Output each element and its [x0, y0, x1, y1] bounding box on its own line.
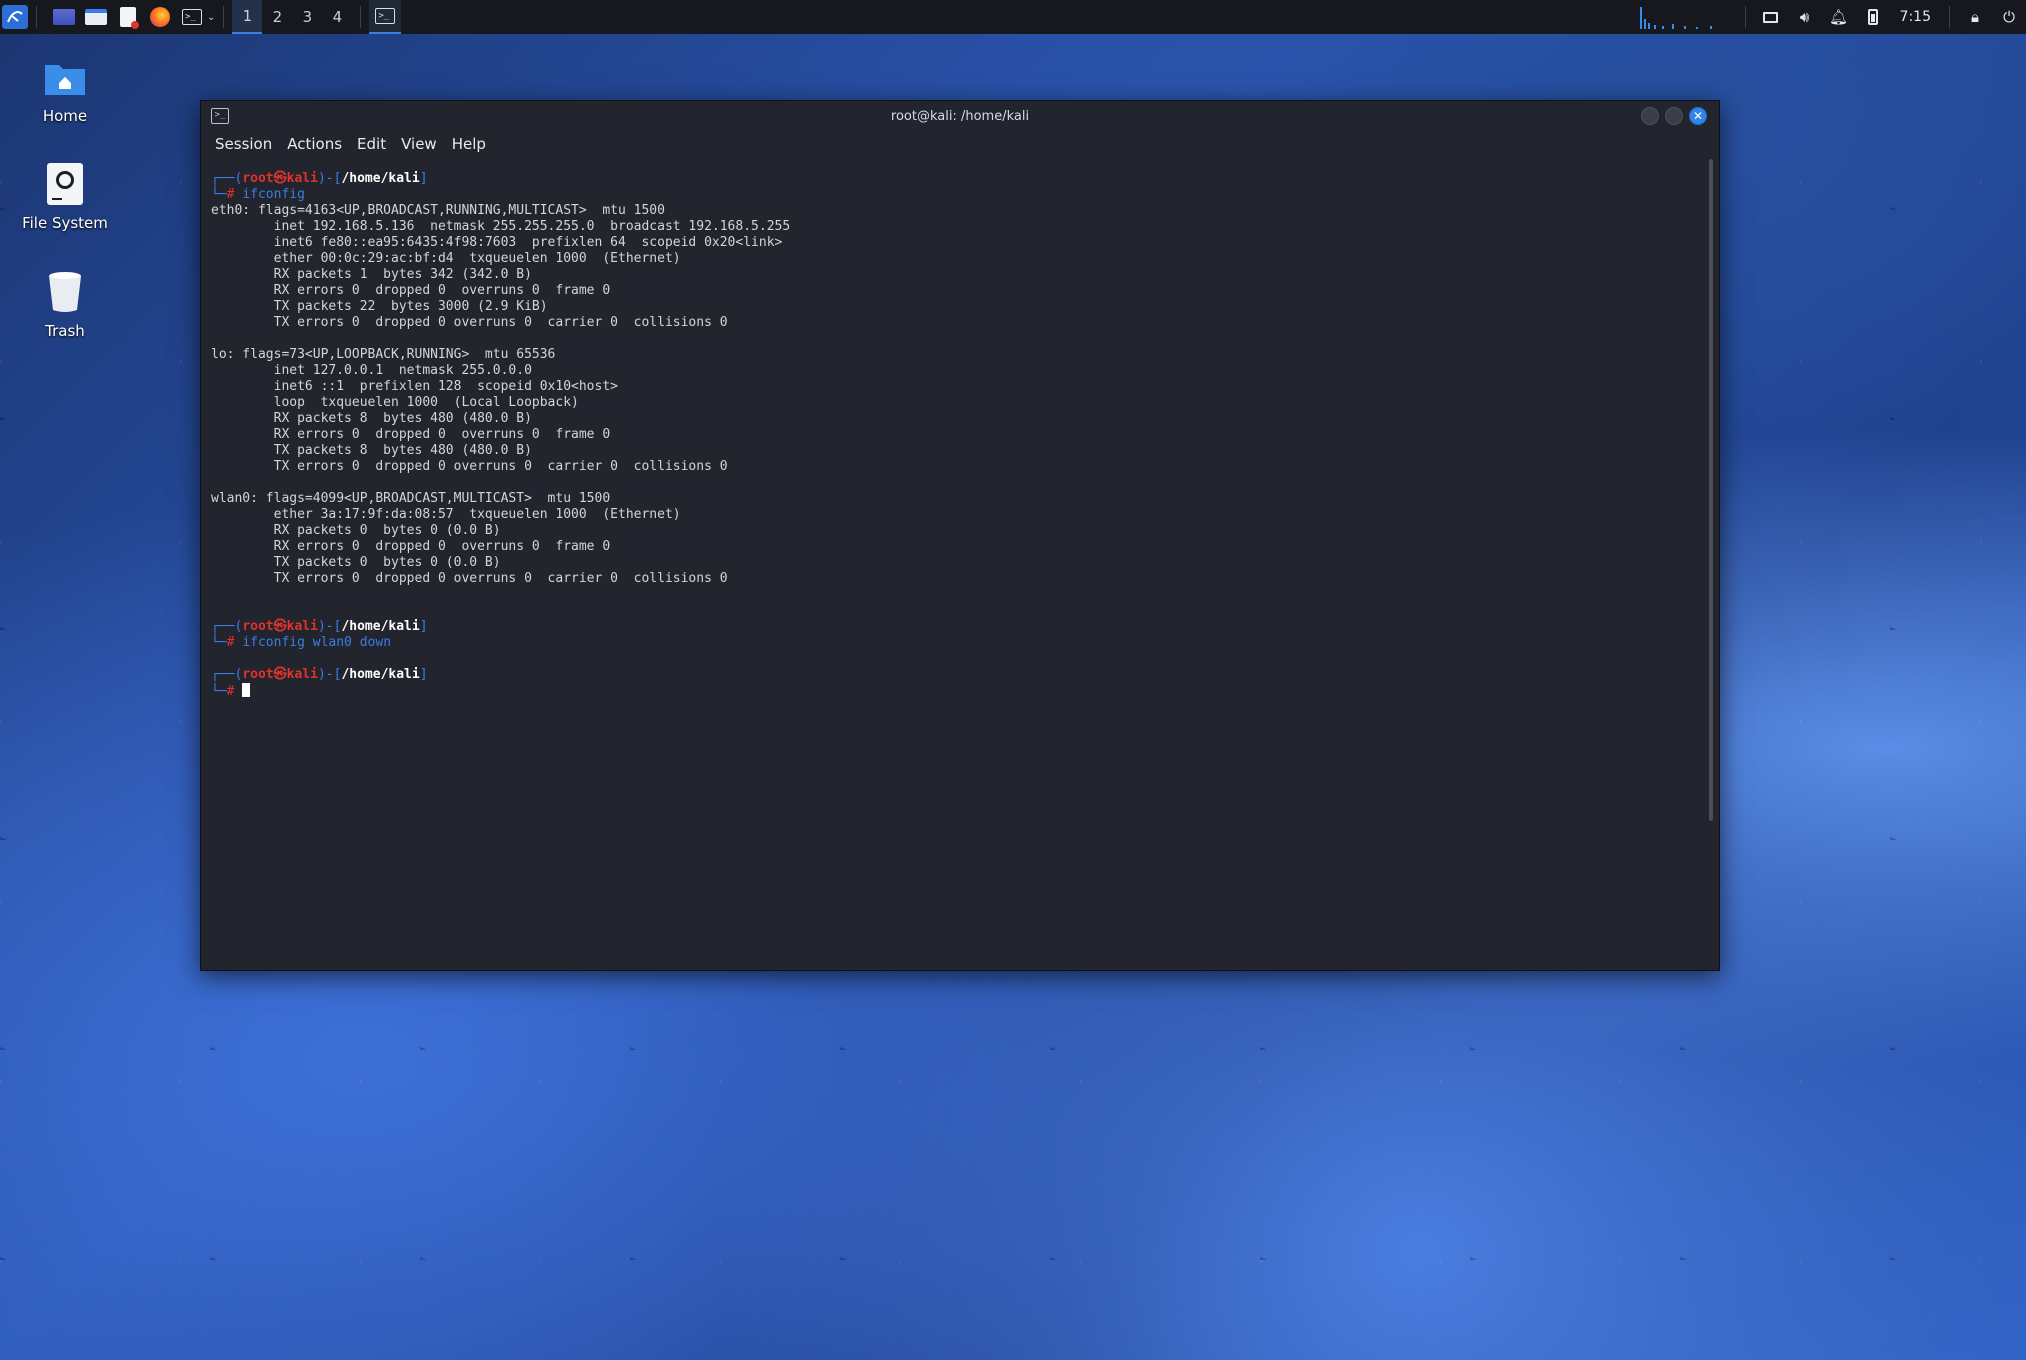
text-cursor	[242, 683, 251, 697]
lock-icon[interactable]: 🔒︎	[1958, 0, 1992, 34]
output-line: RX errors 0 dropped 0 overruns 0 frame 0	[211, 283, 611, 298]
output-line: lo: flags=73<UP,LOOPBACK,RUNNING> mtu 65…	[211, 347, 556, 362]
tray-separator	[1949, 6, 1950, 28]
taskbar: >_ ⌄ 1 2 3 4 >_ 🔊︎ 🔔︎ 7:15 🔒︎ ⏻	[0, 0, 2026, 34]
terminal-scrollbar[interactable]	[1709, 159, 1713, 821]
menu-help[interactable]: Help	[452, 135, 486, 153]
file-manager-icon[interactable]	[83, 5, 109, 29]
output-line: inet6 fe80::ea95:6435:4f98:7603 prefixle…	[211, 235, 783, 250]
window-controls: ✕	[1641, 107, 1707, 125]
volume-icon[interactable]: 🔊︎	[1788, 0, 1822, 34]
tray-separator	[1744, 6, 1746, 28]
menu-session[interactable]: Session	[215, 135, 272, 153]
window-title: root@kali: /home/kali	[890, 108, 1030, 124]
command-line: └─# ifconfig	[211, 187, 305, 202]
output-line: wlan0: flags=4099<UP,BROADCAST,MULTICAST…	[211, 491, 611, 506]
close-button[interactable]: ✕	[1689, 107, 1707, 125]
taskbar-separator	[360, 6, 362, 28]
output-line: RX errors 0 dropped 0 overruns 0 frame 0	[211, 427, 611, 442]
trash-icon	[43, 270, 87, 314]
output-line: RX packets 0 bytes 0 (0.0 B)	[211, 523, 501, 538]
taskbar-separator	[223, 6, 225, 28]
close-icon: ✕	[1692, 109, 1704, 123]
desktop-icon-label: Trash	[45, 322, 85, 340]
output-line: TX packets 22 bytes 3000 (2.9 KiB)	[211, 299, 548, 314]
kali-menu-icon[interactable]	[2, 5, 28, 29]
output-line: inet6 ::1 prefixlen 128 scopeid 0x10<hos…	[211, 379, 618, 394]
command-line: └─#	[211, 683, 1699, 699]
desktop-icon-home[interactable]: Home	[10, 55, 120, 125]
output-line: inet 192.168.5.136 netmask 255.255.255.0…	[211, 219, 791, 234]
prompt-line: ┌──(root㉿kali)-[/home/kali]	[211, 667, 428, 682]
menu-actions[interactable]: Actions	[287, 135, 342, 153]
output-line: TX errors 0 dropped 0 overruns 0 carrier…	[211, 571, 728, 586]
output-line: ether 3a:17:9f:da:08:57 txqueuelen 1000 …	[211, 507, 681, 522]
terminal-icon[interactable]: >_	[179, 5, 205, 29]
workspace-1[interactable]: 1	[232, 0, 263, 34]
command-output: eth0: flags=4163<UP,BROADCAST,RUNNING,MU…	[211, 203, 1699, 587]
terminal-task-button[interactable]: >_	[369, 0, 402, 34]
output-line: TX errors 0 dropped 0 overruns 0 carrier…	[211, 459, 728, 474]
window-titlebar[interactable]: >_ root@kali: /home/kali ✕	[201, 101, 1719, 131]
output-line: TX errors 0 dropped 0 overruns 0 carrier…	[211, 315, 728, 330]
desktop-icon-label: Home	[42, 107, 88, 125]
terminal-window[interactable]: >_ root@kali: /home/kali ✕ Session Actio…	[200, 100, 1720, 971]
workspace-2[interactable]: 2	[262, 0, 292, 34]
menu-edit[interactable]: Edit	[357, 135, 386, 153]
output-line: eth0: flags=4163<UP,BROADCAST,RUNNING,MU…	[211, 203, 665, 218]
command-line: └─# ifconfig wlan0 down	[211, 635, 392, 650]
desktop-icon-file-system[interactable]: File System	[10, 162, 120, 232]
chevron-down-icon[interactable]: ⌄	[207, 12, 215, 23]
bell-icon[interactable]: 🔔︎	[1822, 0, 1856, 34]
menu-bar: Session Actions Edit View Help	[201, 131, 1719, 157]
drive-icon	[43, 162, 87, 206]
output-line: loop txqueuelen 1000 (Local Loopback)	[211, 395, 579, 410]
terminal-icon: >_	[375, 8, 396, 24]
workspace-3[interactable]: 3	[292, 0, 322, 34]
home-folder-icon	[43, 55, 87, 99]
system-tray: 🔊︎ 🔔︎ 7:15 🔒︎ ⏻	[1632, 0, 2026, 34]
display-icon[interactable]	[1754, 0, 1788, 34]
workspace-4[interactable]: 4	[322, 0, 352, 34]
battery-icon[interactable]	[1856, 0, 1890, 34]
clock[interactable]: 7:15	[1890, 9, 1941, 25]
desktop-icon[interactable]	[51, 5, 77, 29]
maximize-button[interactable]	[1665, 107, 1683, 125]
output-line: inet 127.0.0.1 netmask 255.0.0.0	[211, 363, 532, 378]
taskbar-separator	[36, 6, 37, 28]
terminal-output[interactable]: ┌──(root㉿kali)-[/home/kali] └─# ifconfig e…	[211, 171, 1699, 970]
output-line: RX packets 1 bytes 342 (342.0 B)	[211, 267, 532, 282]
output-line: TX packets 0 bytes 0 (0.0 B)	[211, 555, 501, 570]
prompt-line: ┌──(root㉿kali)-[/home/kali]	[211, 619, 428, 634]
cpu-graph	[1632, 3, 1727, 31]
output-line: TX packets 8 bytes 480 (480.0 B)	[211, 443, 532, 458]
minimize-button[interactable]	[1641, 107, 1659, 125]
output-line: RX errors 0 dropped 0 overruns 0 frame 0	[211, 539, 611, 554]
desktop-icon-label: File System	[22, 214, 108, 232]
desktop-icon-trash[interactable]: Trash	[10, 270, 120, 340]
menu-view[interactable]: View	[401, 135, 437, 153]
output-line: ether 00:0c:29:ac:bf:d4 txqueuelen 1000 …	[211, 251, 681, 266]
output-line: RX packets 8 bytes 480 (480.0 B)	[211, 411, 532, 426]
text-editor-icon[interactable]	[115, 5, 141, 29]
power-icon[interactable]: ⏻	[1992, 0, 2026, 34]
prompt-line: ┌──(root㉿kali)-[/home/kali]	[211, 171, 428, 186]
firefox-icon[interactable]	[147, 5, 173, 29]
